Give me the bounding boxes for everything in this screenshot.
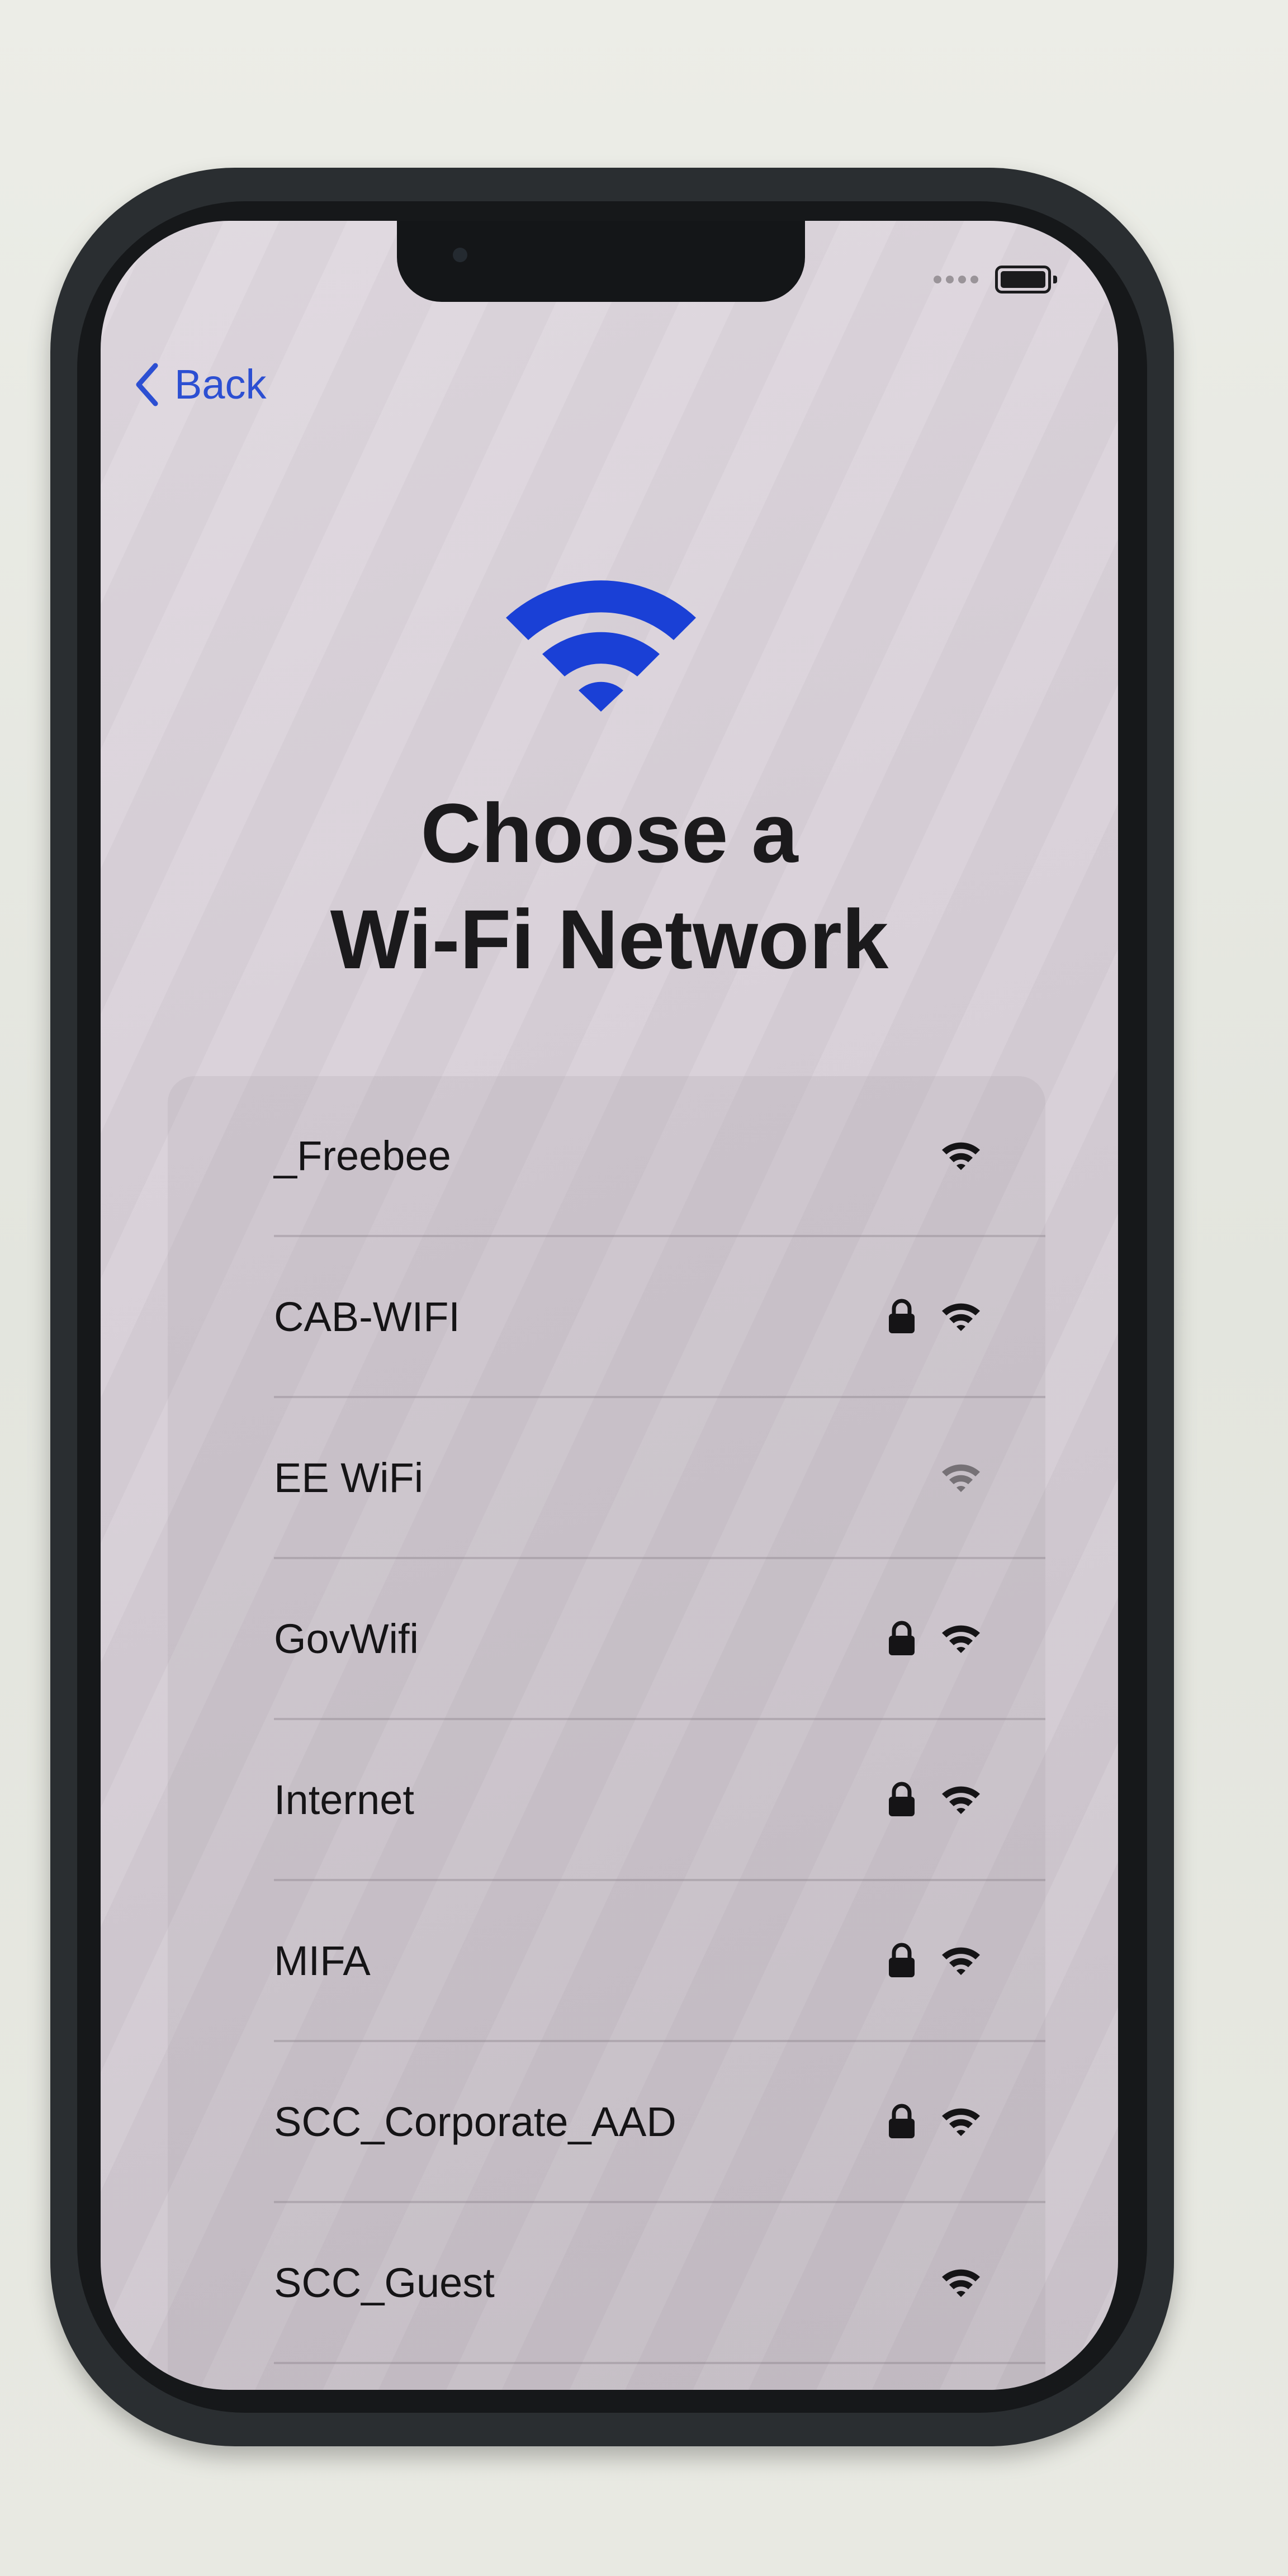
wifi-signal-icon <box>942 1786 980 1814</box>
network-name: EE WiFi <box>274 1454 424 1501</box>
wifi-signal-icon <box>942 2269 980 2297</box>
back-label: Back <box>174 361 267 408</box>
notch <box>397 221 805 302</box>
status-bar <box>934 263 1057 296</box>
back-button[interactable]: Back <box>134 361 267 408</box>
wifi-signal-icon <box>942 1142 980 1170</box>
title-line-2: Wi-Fi Network <box>330 892 889 986</box>
battery-icon <box>995 266 1057 293</box>
lock-icon <box>889 1621 915 1655</box>
wifi-signal-icon <box>942 1303 980 1331</box>
network-row-3[interactable]: GovWifi <box>274 1559 1045 1720</box>
network-name: _Freebee <box>274 1132 451 1179</box>
lock-icon <box>889 1299 915 1333</box>
signal-dots-icon <box>934 276 978 283</box>
network-name: CAB-WIFI <box>274 1293 460 1340</box>
wifi-signal-icon <box>942 1947 980 1975</box>
phone-screen: Back Choose a Wi-Fi Network _Freebee CAB… <box>101 221 1118 2390</box>
wifi-signal-icon <box>942 1464 980 1492</box>
wifi-hero-icon <box>506 580 696 712</box>
chevron-left-icon <box>136 363 158 406</box>
network-row-5[interactable]: MIFA <box>274 1881 1045 2042</box>
front-camera <box>453 248 467 262</box>
network-name: SCC_Corporate_AAD <box>274 2098 676 2145</box>
network-name: MIFA <box>274 1937 371 1984</box>
lock-icon <box>889 2104 915 2138</box>
network-row-2[interactable]: EE WiFi <box>274 1398 1045 1559</box>
network-row-1[interactable]: CAB-WIFI <box>274 1237 1045 1398</box>
network-name: GovWifi <box>274 1615 419 1662</box>
network-list: _Freebee CAB-WIFI EE WiFi GovWifi Intern… <box>168 1076 1045 2390</box>
network-row-6[interactable]: SCC_Corporate_AAD <box>274 2042 1045 2203</box>
lock-icon <box>889 1943 915 1977</box>
wifi-signal-icon <box>942 1625 980 1653</box>
wifi-signal-icon <box>942 2108 980 2136</box>
network-row-7[interactable]: SCC_Guest <box>274 2203 1045 2364</box>
network-row-4[interactable]: Internet <box>274 1720 1045 1881</box>
network-row-0[interactable]: _Freebee <box>274 1076 1045 1237</box>
page-title: Choose a Wi-Fi Network <box>101 780 1118 992</box>
network-name: Internet <box>274 1776 414 1823</box>
lock-icon <box>889 1782 915 1816</box>
network-name: SCC_Guest <box>274 2259 495 2306</box>
title-line-1: Choose a <box>420 786 798 880</box>
